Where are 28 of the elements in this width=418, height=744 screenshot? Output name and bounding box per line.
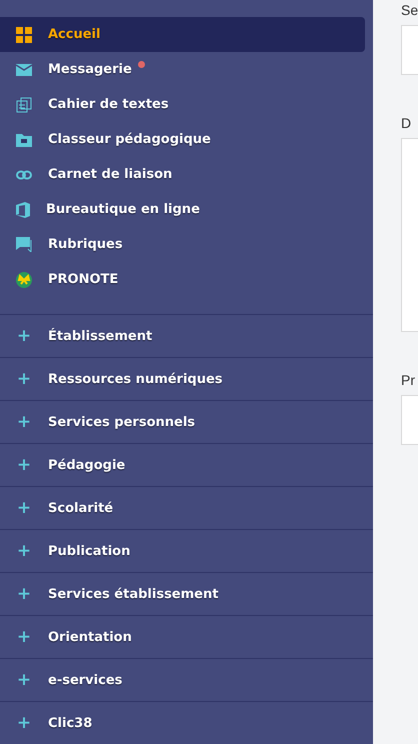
- expand-plus: +: [16, 412, 32, 432]
- folder-icon: [16, 132, 32, 146]
- expand-plus: +: [16, 541, 32, 561]
- nav-item[interactable]: Carnet de liaison: [0, 157, 365, 192]
- nav-item[interactable]: Classeur pédagogique: [0, 122, 365, 157]
- grid-icon: [16, 26, 32, 42]
- chat-icon: [16, 237, 32, 252]
- butterfly-logo-icon: [16, 272, 32, 288]
- expand-plus: +: [16, 670, 32, 690]
- nav-item[interactable]: Messagerie: [0, 52, 365, 87]
- nav-item[interactable]: Rubriques: [0, 227, 365, 262]
- expand-plus: +: [16, 369, 32, 389]
- expand-plus: +: [16, 584, 32, 604]
- link-icon: [16, 170, 32, 180]
- envelope-icon: [16, 64, 32, 76]
- expand-plus: +: [16, 498, 32, 518]
- field-label: D: [401, 115, 412, 131]
- field-label: Pr: [401, 372, 415, 388]
- expand-plus: +: [16, 627, 32, 647]
- expand-plus: +: [16, 455, 32, 475]
- nav-item[interactable]: PRONOTE: [0, 262, 365, 297]
- expand-plus: +: [16, 713, 32, 733]
- office-icon: [16, 202, 30, 218]
- expand-plus: +: [16, 326, 32, 346]
- field-label: Se: [401, 2, 418, 18]
- nav-item[interactable]: Bureautique en ligne: [0, 192, 365, 227]
- nav-item[interactable]: Cahier de textes: [0, 87, 365, 122]
- nav-item[interactable]: Accueil: [0, 17, 365, 52]
